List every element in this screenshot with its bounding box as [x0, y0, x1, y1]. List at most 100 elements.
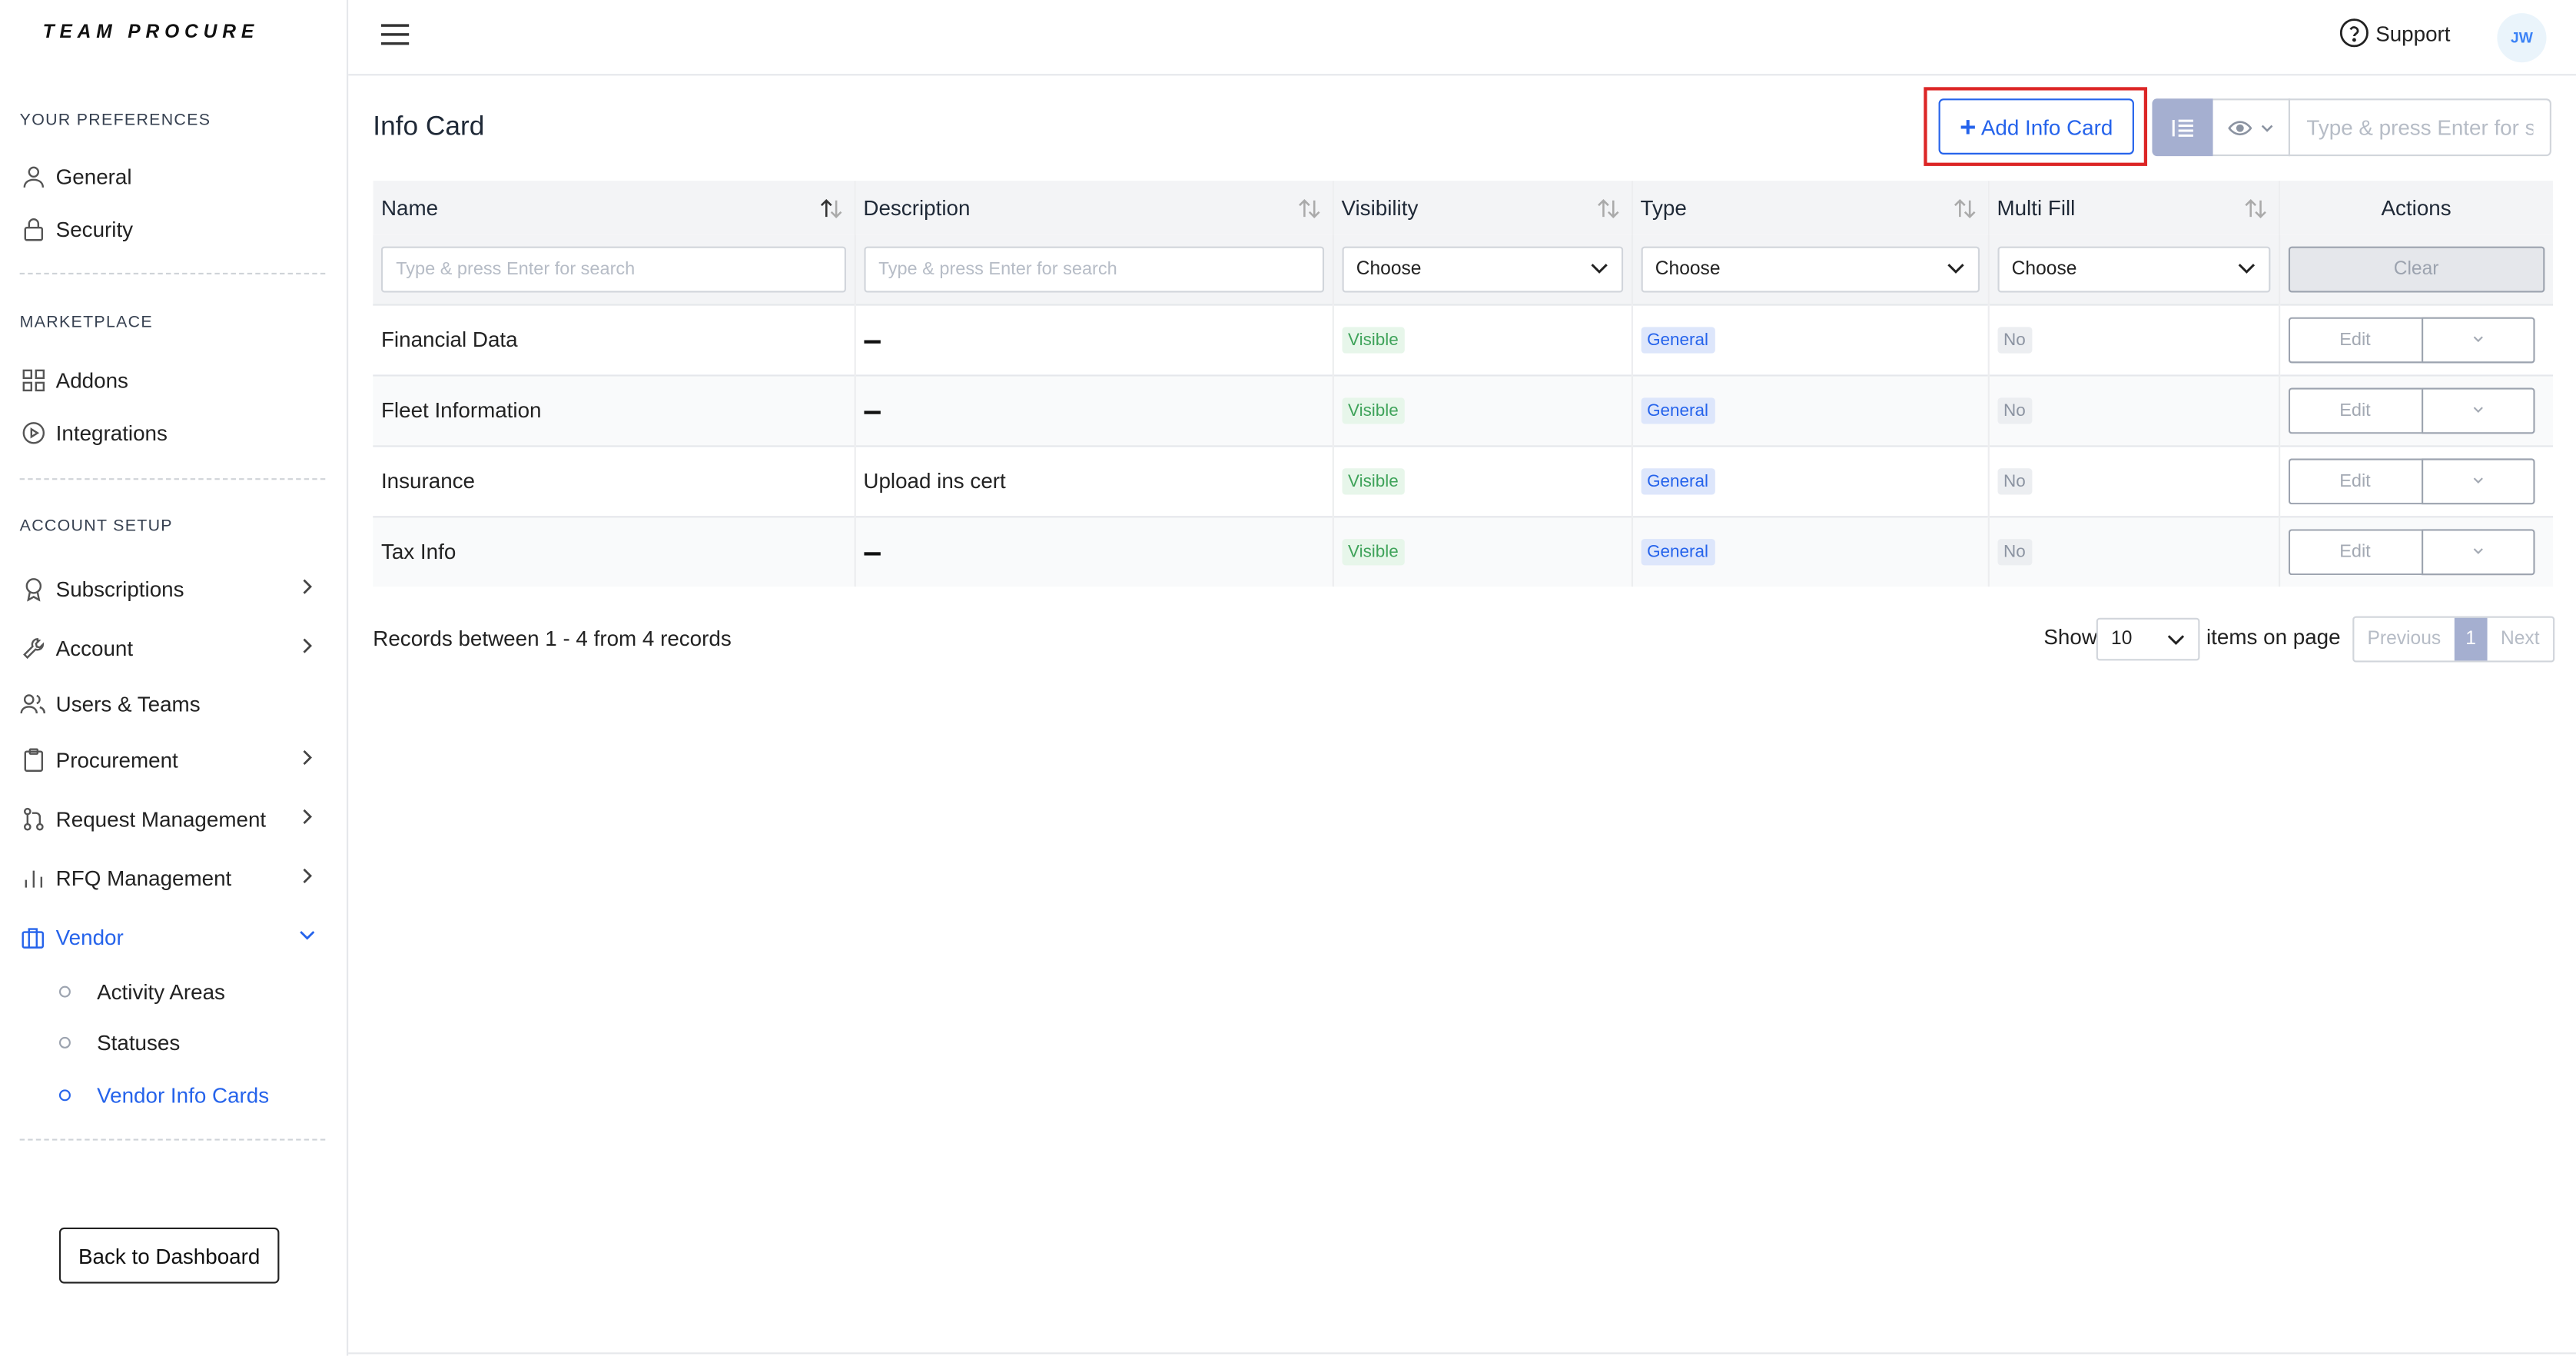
sidebar-subitem-label: Vendor Info Cards: [97, 1082, 270, 1107]
users-icon: [20, 690, 46, 716]
lock-icon: [20, 215, 46, 241]
column-header-type[interactable]: Type: [1631, 181, 1989, 235]
sidebar-item-users-teams[interactable]: Users & Teams: [20, 683, 326, 723]
eye-icon: [2228, 120, 2252, 135]
multi-fill-badge: No: [1997, 539, 2033, 566]
sidebar-subitem-label: Statuses: [97, 1029, 181, 1055]
column-header-actions: Actions: [2279, 181, 2554, 235]
topbar: Support JW: [348, 0, 2576, 76]
multi-fill-filter-select[interactable]: Choose: [1997, 246, 2270, 292]
page-size-select[interactable]: 10: [2096, 617, 2200, 661]
plus-icon: +: [1960, 111, 1977, 142]
column-header-visibility[interactable]: Visibility: [1332, 181, 1632, 235]
sidebar-subitem-activity-areas[interactable]: Activity Areas: [58, 973, 225, 1009]
sidebar-item-label: General: [55, 163, 132, 188]
more-actions-button[interactable]: [2420, 528, 2535, 575]
pagination: Previous 1 Next: [2352, 616, 2554, 663]
play-circle-icon: [20, 419, 46, 445]
back-to-dashboard-button[interactable]: Back to Dashboard: [58, 1227, 280, 1284]
chevron-down-icon: [2472, 477, 2482, 484]
global-search-input[interactable]: [2288, 98, 2551, 157]
more-actions-button[interactable]: [2420, 457, 2535, 504]
sidebar-subitem-label: Activity Areas: [97, 979, 225, 1004]
sidebar-item-account[interactable]: Account: [20, 628, 326, 667]
more-actions-button[interactable]: [2420, 316, 2535, 363]
user-icon: [20, 163, 46, 189]
type-filter-select[interactable]: Choose: [1640, 246, 1979, 292]
git-pull-icon: [20, 805, 46, 831]
name-filter-input[interactable]: [380, 246, 845, 292]
select-value: Choose: [2011, 259, 2077, 279]
clipboard-icon: [20, 746, 46, 773]
sidebar-item-label: Account: [55, 635, 134, 660]
clear-filters-button[interactable]: Clear: [2287, 246, 2545, 292]
list-view-button[interactable]: [2152, 98, 2213, 157]
sidebar-divider: [19, 1138, 326, 1141]
hamburger-menu-icon[interactable]: [380, 23, 410, 46]
sidebar-divider: [19, 478, 326, 480]
edit-button[interactable]: Edit: [2287, 457, 2421, 504]
empty-dash: [863, 339, 880, 343]
sidebar-item-label: Vendor: [55, 924, 124, 949]
support-label: Support: [2375, 20, 2451, 45]
table-row: Fleet Information Visible General No Edi…: [373, 374, 2554, 446]
sidebar-item-label: Request Management: [55, 806, 267, 831]
sidebar-item-general[interactable]: General: [20, 156, 326, 195]
sort-icon: [1597, 198, 1618, 218]
row-actions: Edit: [2287, 387, 2545, 434]
sidebar-subitem-statuses[interactable]: Statuses: [58, 1024, 181, 1060]
add-info-card-button[interactable]: + Add Info Card: [1938, 98, 2134, 155]
sidebar-item-security[interactable]: Security: [20, 208, 326, 248]
sidebar-subitem-vendor-info-cards[interactable]: Vendor Info Cards: [58, 1076, 270, 1112]
edit-button[interactable]: Edit: [2287, 528, 2421, 575]
column-header-description[interactable]: Description: [854, 181, 1333, 235]
sidebar-item-rfq-management[interactable]: RFQ Management: [20, 858, 326, 897]
avatar[interactable]: JW: [2497, 13, 2547, 63]
multi-fill-badge: No: [1997, 397, 2033, 424]
column-header-label: Visibility: [1341, 195, 1419, 221]
page-title: Info Card: [373, 111, 485, 141]
chevron-down-icon: [2472, 336, 2482, 343]
table-row: Insurance Upload ins cert Visible Genera…: [373, 444, 2554, 517]
edit-button[interactable]: Edit: [2287, 316, 2421, 363]
support-link[interactable]: Support: [2339, 18, 2451, 48]
sidebar-item-label: Subscriptions: [55, 576, 184, 601]
info-card-table: Name Description Visibility Type Multi F…: [373, 181, 2554, 587]
column-header-name[interactable]: Name: [373, 181, 855, 235]
sidebar-item-label: Addons: [55, 367, 128, 392]
chevron-right-icon: [303, 868, 313, 883]
cell-name: Insurance: [373, 444, 855, 517]
sidebar-item-subscriptions[interactable]: Subscriptions: [20, 569, 326, 608]
empty-dash: [863, 551, 880, 556]
cell-name: Fleet Information: [373, 374, 855, 446]
cell-description: [854, 374, 1333, 446]
sort-icon: [2244, 198, 2266, 218]
edit-button[interactable]: Edit: [2287, 387, 2421, 434]
cell-description: Upload ins cert: [854, 444, 1333, 517]
sidebar-item-vendor[interactable]: Vendor: [20, 917, 326, 956]
column-visibility-button[interactable]: [2213, 98, 2291, 157]
previous-page-button[interactable]: Previous: [2354, 618, 2454, 661]
sidebar-item-procurement[interactable]: Procurement: [20, 739, 326, 779]
sidebar-item-integrations[interactable]: Integrations: [20, 413, 326, 452]
status-badge: Visible: [1341, 468, 1406, 495]
sidebar-item-request-management[interactable]: Request Management: [20, 799, 326, 838]
sidebar-item-addons[interactable]: Addons: [20, 360, 326, 399]
column-header-label: Type: [1640, 195, 1687, 221]
column-header-multi-fill[interactable]: Multi Fill: [1987, 181, 2280, 235]
table-row: Financial Data Visible General No Edit: [373, 303, 2554, 375]
chevron-down-icon: [2472, 407, 2482, 414]
bullet-icon: [58, 985, 71, 997]
chevron-down-icon: [2472, 548, 2482, 555]
page-number-current[interactable]: 1: [2454, 617, 2488, 661]
select-value: Choose: [1655, 259, 1721, 279]
type-badge: General: [1640, 327, 1715, 354]
description-filter-input[interactable]: [863, 246, 1323, 292]
show-label: Show: [2043, 624, 2097, 650]
more-actions-button[interactable]: [2420, 387, 2535, 434]
chevron-right-icon: [303, 579, 313, 594]
app-logo[interactable]: TEAM PROCURE: [43, 23, 260, 43]
briefcase-icon: [20, 923, 46, 949]
visibility-filter-select[interactable]: Choose: [1341, 246, 1623, 292]
next-page-button[interactable]: Next: [2488, 618, 2553, 661]
